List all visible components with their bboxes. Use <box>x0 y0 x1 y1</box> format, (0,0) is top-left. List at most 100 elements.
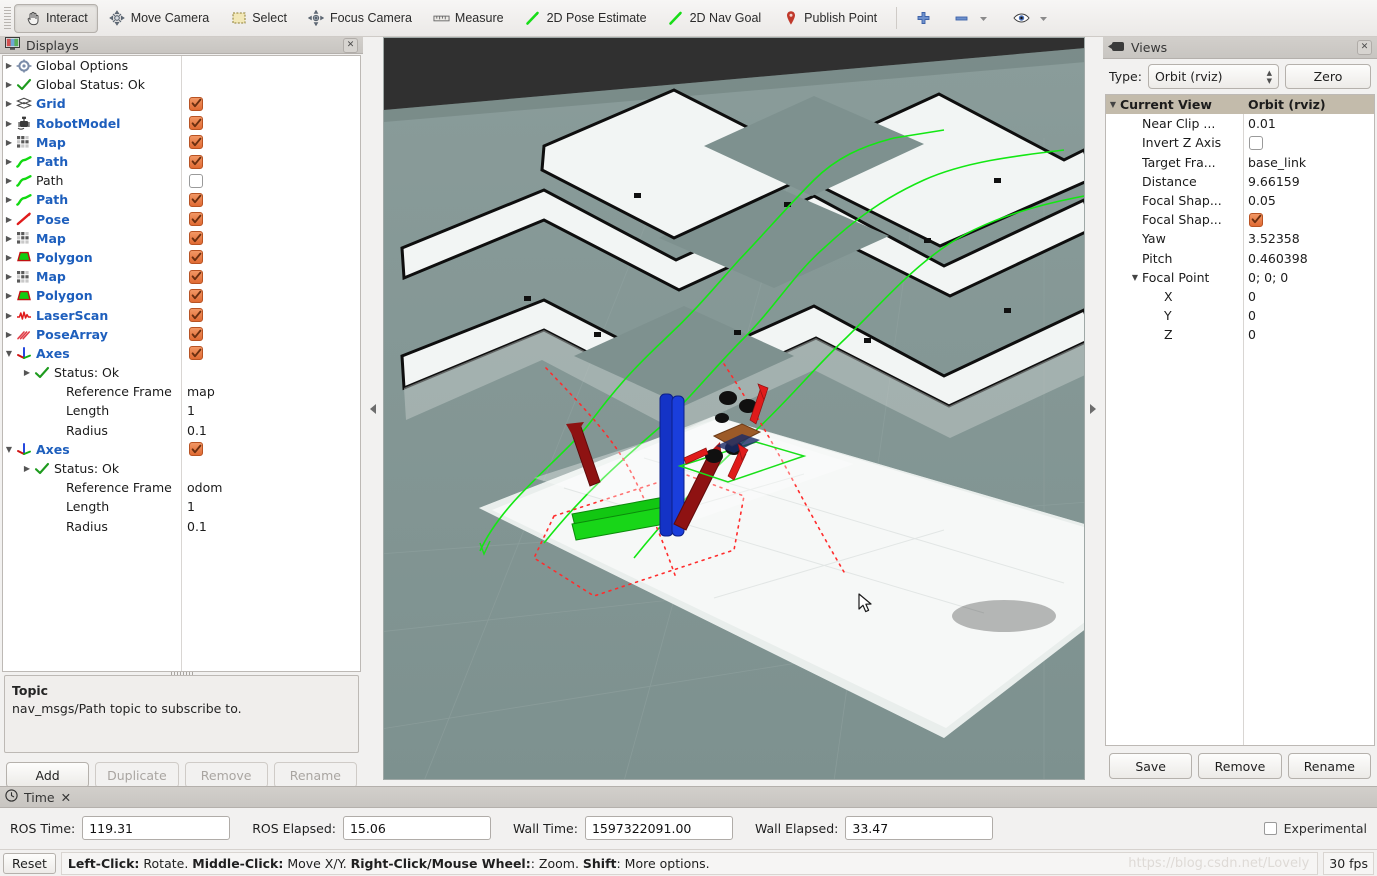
save-view-button[interactable]: Save <box>1109 753 1193 779</box>
display-item-polygon[interactable]: ▶ Polygon <box>3 248 360 267</box>
chevron-right-icon[interactable]: ▶ <box>3 234 15 243</box>
view-property-yaw[interactable]: Yaw 3.52358 <box>1106 229 1374 248</box>
display-item-path[interactable]: ▶ Path <box>3 190 360 209</box>
viewport-collapse-left-handle[interactable] <box>365 37 381 780</box>
chevron-right-icon[interactable]: ▶ <box>3 311 15 320</box>
chevron-down-icon[interactable]: ▼ <box>3 349 15 358</box>
display-enabled-checkbox[interactable] <box>189 231 203 246</box>
close-icon[interactable]: ✕ <box>1357 40 1372 55</box>
display-item-global-status-ok[interactable]: ▶ Global Status: Ok <box>3 75 360 94</box>
view-property-focal-point[interactable]: ▼ Focal Point 0; 0; 0 <box>1106 268 1374 287</box>
reset-button[interactable]: Reset <box>3 852 56 874</box>
chevron-down-icon[interactable]: ▼ <box>1106 100 1120 109</box>
display-item-grid[interactable]: ▶ Grid <box>3 94 360 113</box>
toolbar-remove-button[interactable] <box>943 4 1002 33</box>
display-item-length[interactable]: Length 1 <box>3 497 360 516</box>
view-property-x[interactable]: X0 <box>1106 287 1374 306</box>
ros-time-input[interactable]: 119.31 <box>82 816 231 840</box>
chevron-right-icon[interactable]: ▶ <box>3 215 15 224</box>
view-property-pitch[interactable]: Pitch 0.460398 <box>1106 249 1374 268</box>
display-item-reference-frame[interactable]: Reference Frame map <box>3 382 360 401</box>
view-property-checkbox[interactable] <box>1249 135 1263 150</box>
display-item-map[interactable]: ▶ Map <box>3 133 360 152</box>
display-enabled-checkbox[interactable] <box>189 308 203 323</box>
display-enabled-checkbox[interactable] <box>189 346 203 361</box>
tool-measure[interactable]: Measure <box>423 4 514 33</box>
view-property-checkbox[interactable] <box>1249 212 1263 227</box>
add-display-button[interactable]: Add <box>6 762 90 788</box>
chevron-right-icon[interactable]: ▶ <box>3 291 15 300</box>
display-item-polygon[interactable]: ▶ Polygon <box>3 286 360 305</box>
view-property-current-view[interactable]: ▼ Current View Orbit (rviz) <box>1106 95 1374 115</box>
display-enabled-checkbox[interactable] <box>189 96 203 111</box>
display-item-radius[interactable]: Radius 0.1 <box>3 421 360 440</box>
ros-elapsed-input[interactable]: 15.06 <box>342 816 491 840</box>
display-enabled-checkbox[interactable] <box>189 154 203 169</box>
chevron-right-icon[interactable]: ▶ <box>3 99 15 108</box>
chevron-right-icon[interactable]: ▶ <box>3 330 15 339</box>
viewport-collapse-right-handle[interactable] <box>1085 37 1101 780</box>
display-item-path[interactable]: ▶ Path <box>3 152 360 171</box>
display-item-pose[interactable]: ▶ Pose <box>3 210 360 229</box>
tool-2d-pose-estimate[interactable]: 2D Pose Estimate <box>515 4 657 33</box>
display-item-path[interactable]: ▶ Path <box>3 171 360 190</box>
wall-elapsed-input[interactable]: 33.47 <box>845 816 994 840</box>
display-enabled-checkbox[interactable] <box>189 135 203 150</box>
display-enabled-checkbox[interactable] <box>189 192 203 207</box>
dropdown-caret-icon[interactable] <box>975 10 992 27</box>
display-item-status-ok[interactable]: ▶ Status: Ok <box>3 363 360 382</box>
display-enabled-checkbox[interactable] <box>189 288 203 303</box>
rename-view-button[interactable]: Rename <box>1287 753 1371 779</box>
close-icon[interactable]: ✕ <box>61 790 71 805</box>
display-item-status-ok[interactable]: ▶ Status: Ok <box>3 459 360 478</box>
remove-view-button[interactable]: Remove <box>1198 753 1282 779</box>
view-property-focal-shap[interactable]: Focal Shap... 0.05 <box>1106 191 1374 210</box>
chevron-right-icon[interactable]: ▶ <box>21 464 33 473</box>
experimental-toggle[interactable]: Experimental <box>1263 821 1367 836</box>
display-item-robotmodel[interactable]: ▶ RobotModel <box>3 114 360 133</box>
view-property-z[interactable]: Z0 <box>1106 325 1374 344</box>
chevron-down-icon[interactable]: ▼ <box>3 445 15 454</box>
toolbar-add-button[interactable] <box>905 4 942 33</box>
view-property-target-fra[interactable]: Target Fra... base_link <box>1106 153 1374 172</box>
display-enabled-checkbox[interactable] <box>189 442 203 457</box>
chevron-right-icon[interactable]: ▶ <box>3 80 15 89</box>
display-item-map[interactable]: ▶ Map <box>3 229 360 248</box>
displays-tree[interactable]: ▶ Global Options ▶ Global Status: Ok ▶ Grid ▶ R… <box>2 55 361 672</box>
toolbar-visibility-button[interactable] <box>1003 4 1062 33</box>
dropdown-caret-icon[interactable] <box>1035 10 1052 27</box>
chevron-right-icon[interactable]: ▶ <box>3 272 15 281</box>
chevron-right-icon[interactable]: ▶ <box>3 138 15 147</box>
display-enabled-checkbox[interactable] <box>189 327 203 342</box>
view-property-near-clip[interactable]: Near Clip ... 0.01 <box>1106 114 1374 133</box>
close-icon[interactable]: ✕ <box>343 37 358 53</box>
view-type-select[interactable]: Orbit (rviz) ▲ ▼ <box>1147 64 1279 89</box>
3d-render-view[interactable] <box>383 37 1085 780</box>
chevron-right-icon[interactable]: ▶ <box>3 253 15 262</box>
display-item-axes[interactable]: ▼ Axes <box>3 344 360 363</box>
chevron-down-icon[interactable]: ▼ <box>1128 273 1142 282</box>
tool-move-camera[interactable]: Move Camera <box>99 4 220 33</box>
view-property-distance[interactable]: Distance 9.66159 <box>1106 172 1374 191</box>
tool-focus-camera[interactable]: Focus Camera <box>298 4 422 33</box>
display-item-reference-frame[interactable]: Reference Frame odom <box>3 478 360 497</box>
tool-select[interactable]: Select <box>220 4 297 33</box>
display-item-global-options[interactable]: ▶ Global Options <box>3 56 360 75</box>
view-property-y[interactable]: Y0 <box>1106 306 1374 325</box>
display-item-length[interactable]: Length 1 <box>3 401 360 420</box>
display-item-radius[interactable]: Radius 0.1 <box>3 517 360 536</box>
display-enabled-checkbox[interactable] <box>189 173 203 188</box>
display-enabled-checkbox[interactable] <box>189 269 203 284</box>
zero-button[interactable]: Zero <box>1285 64 1371 89</box>
display-item-axes[interactable]: ▼ Axes <box>3 440 360 459</box>
chevron-right-icon[interactable]: ▶ <box>3 157 15 166</box>
chevron-right-icon[interactable]: ▶ <box>3 195 15 204</box>
tool-publish-point[interactable]: Publish Point <box>772 4 887 33</box>
display-item-laserscan[interactable]: ▶ LaserScan <box>3 305 360 324</box>
chevron-right-icon[interactable]: ▶ <box>3 61 15 70</box>
tool-2d-nav-goal[interactable]: 2D Nav Goal <box>658 4 772 33</box>
display-enabled-checkbox[interactable] <box>189 212 203 227</box>
display-enabled-checkbox[interactable] <box>189 116 203 131</box>
wall-time-input[interactable]: 1597322091.00 <box>584 816 733 840</box>
chevron-right-icon[interactable]: ▶ <box>3 176 15 185</box>
